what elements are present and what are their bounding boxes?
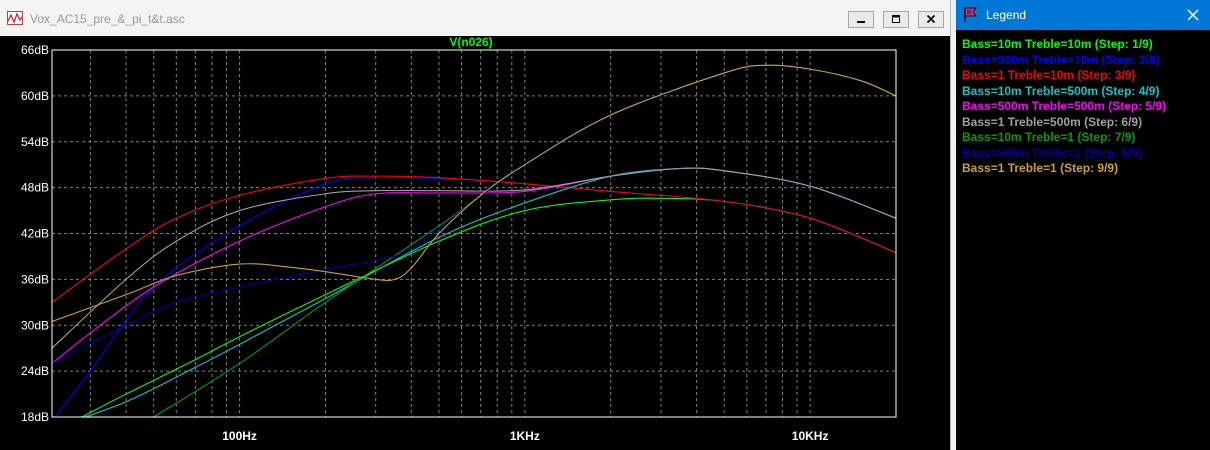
legend-item-step-4[interactable]: Bass=10m Treble=500m (Step: 4/9) [962,84,1166,100]
y-tick-label: 24dB [21,364,49,378]
legend-title: Legend [986,8,1027,22]
trace-title[interactable]: V(n026) [449,36,492,49]
legend-list: Bass=10m Treble=10m (Step: 1/9) Bass=500m… [962,37,1166,177]
close-icon [926,14,936,24]
close-window-button[interactable] [918,11,944,28]
legend-item-step-1[interactable]: Bass=10m Treble=10m (Step: 1/9) [962,37,1166,53]
legend-item-step-2[interactable]: Bass=500m Treble=10m (Step: 2/9) [962,53,1166,69]
legend-close-icon[interactable] [1184,6,1202,24]
minimize-button[interactable] [848,11,874,28]
legend-item-step-6[interactable]: Bass=1 Treble=500m (Step: 6/9) [962,115,1166,131]
y-tick-label: 60dB [21,89,49,103]
y-tick-label: 66dB [21,43,49,57]
y-tick-label: 48dB [21,181,49,195]
legend-item-step-3[interactable]: Bass=1 Treble=10m (Step: 3/9) [962,68,1166,84]
x-tick-label: 100Hz [222,429,257,443]
legend-item-step-9[interactable]: Bass=1 Treble=1 (Step: 9/9) [962,161,1166,177]
y-tick-label: 18dB [21,410,49,424]
y-tick-label: 30dB [21,318,49,332]
legend-item-step-8[interactable]: Bass=500m Treble=1 (Step: 8/9) [962,146,1166,162]
y-tick-label: 54dB [21,135,49,149]
legend-panel: Legend Bass=10m Treble=10m (Step: 1/9) Ba… [956,0,1210,450]
restore-icon [892,15,900,23]
window-titlebar[interactable]: Vox_AC15_pre_&_pi_t&t.asc [0,0,950,36]
x-tick-label: 10KHz [792,429,829,443]
legend-item-step-7[interactable]: Bass=10m Treble=1 (Step: 7/9) [962,130,1166,146]
y-tick-label: 36dB [21,272,49,286]
waveform-app-icon [7,11,23,25]
legend-flag-icon [964,7,977,22]
legend-header[interactable]: Legend [956,0,1210,30]
y-axis-tick-labels: 66dB 60dB 54dB 48dB 42dB 36dB 30dB 24dB 18dB [21,43,49,424]
x-tick-label: 1KHz [510,429,540,443]
plot-window: Vox_AC15_pre_&_pi_t&t.asc V(n026) 66dB 60… [0,0,951,450]
plot-background [0,36,950,450]
window-title: Vox_AC15_pre_&_pi_t&t.asc [30,12,185,26]
legend-item-step-5[interactable]: Bass=500m Treble=500m (Step: 5/9) [962,99,1166,115]
restore-button[interactable] [883,11,909,28]
y-tick-label: 42dB [21,227,49,241]
minimize-icon [857,21,865,23]
waveform-plot[interactable]: V(n026) 66dB 60dB 54dB 48dB 42dB 36dB 30dB 24dB… [0,36,950,450]
